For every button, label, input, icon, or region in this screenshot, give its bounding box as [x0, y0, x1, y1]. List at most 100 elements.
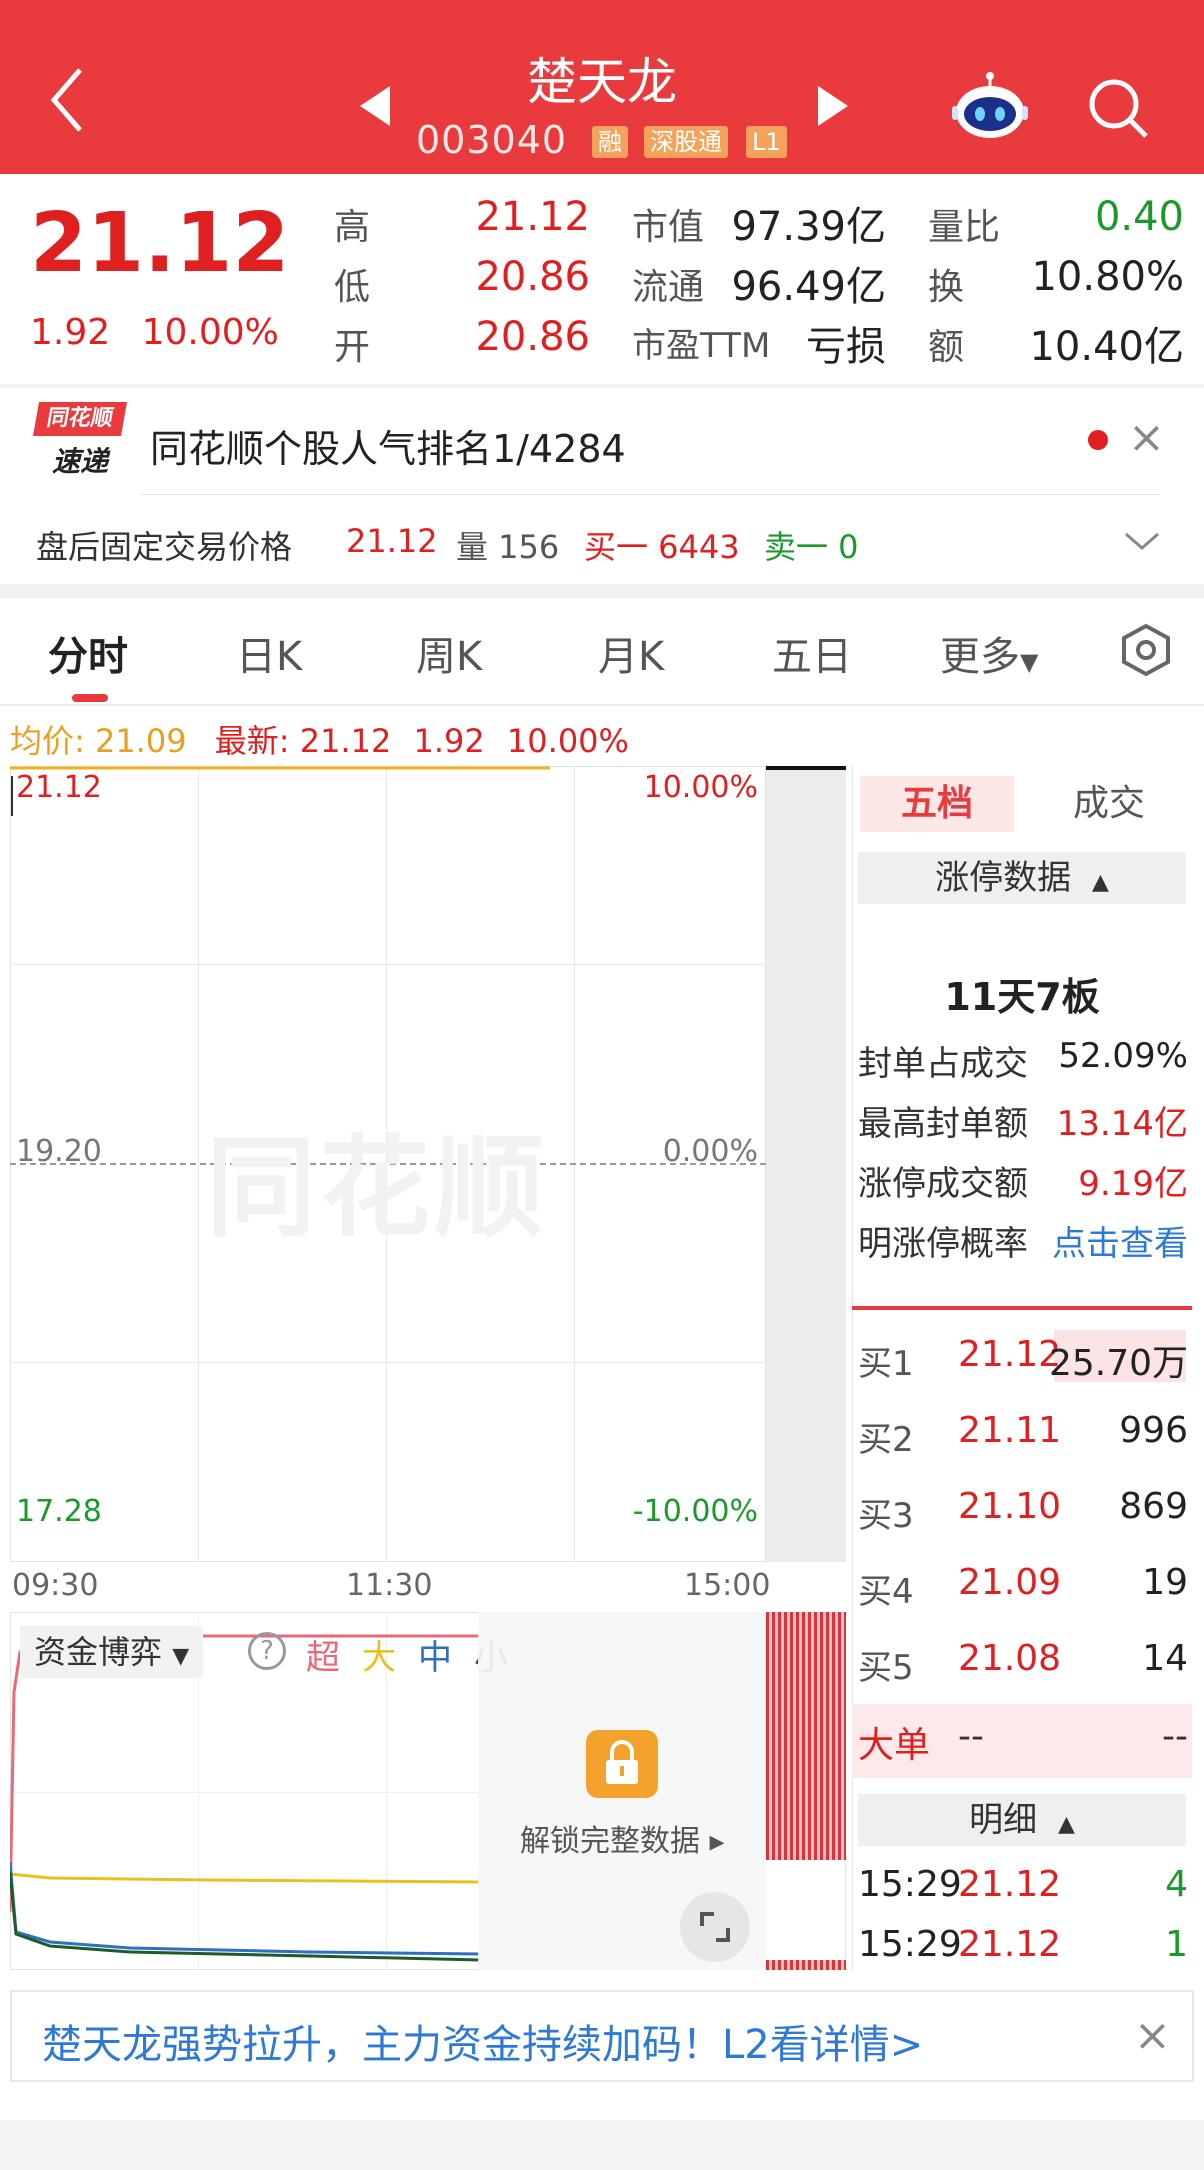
detail-header[interactable]: 明细 ▲	[858, 1794, 1186, 1846]
legend-mid: 中	[418, 1638, 452, 1678]
banner-close-icon[interactable]: ×	[1134, 2010, 1171, 2061]
after-hours-label: 盘后固定交易价格	[36, 528, 293, 566]
chevron-down-icon[interactable]	[1122, 526, 1162, 556]
latest-change: 1.92	[413, 722, 485, 760]
tag-margin: 融	[592, 126, 628, 158]
tab-order-book[interactable]: 五档	[860, 776, 1014, 832]
mktcap-label: 市值	[632, 207, 705, 248]
big-order-b: --	[1162, 1716, 1188, 1757]
high-value: 21.12	[475, 194, 590, 240]
tab-intraday[interactable]: 分时	[48, 624, 128, 682]
logo-top: 同花顺	[33, 402, 127, 436]
bid5-volume: 14	[1142, 1638, 1188, 1679]
bid5-label: 买5	[858, 1648, 914, 1688]
change-percent: 10.00%	[141, 312, 279, 353]
stock-code: 003040	[416, 118, 568, 162]
capital-volume-bars	[766, 1612, 846, 1860]
bid2-label: 买2	[858, 1420, 914, 1460]
legend-big: 大	[362, 1638, 396, 1678]
bid1-label: 买1	[858, 1344, 914, 1384]
promo-banner[interactable]: 楚天龙强势拉升，主力资金持续加码！L2看详情> ×	[10, 1990, 1194, 2082]
unlock-data-link[interactable]: 解锁完整数据 ▸	[520, 1816, 725, 1860]
bid1-volume: 25.70万	[1048, 1343, 1188, 1384]
logo-bottom: 速递	[51, 445, 108, 478]
tab-five-day[interactable]: 五日	[772, 624, 852, 682]
view-probability-link[interactable]: 点击查看	[1052, 1216, 1188, 1265]
x-tick-close: 15:00	[684, 1568, 771, 1603]
amount-value: 10.40亿	[1029, 324, 1184, 370]
bid4-volume: 19	[1142, 1562, 1188, 1603]
detail-label: 明细	[969, 1800, 1038, 1840]
settings-hexagon-icon[interactable]	[1118, 622, 1174, 678]
seal-ratio-value: 52.09%	[1058, 1036, 1188, 1076]
limit-amount-label: 涨停成交额	[858, 1164, 1028, 1204]
big-order-label: 大单	[858, 1725, 931, 1766]
tab-weekly-k[interactable]: 周K	[416, 624, 482, 682]
tag-level: L1	[746, 126, 787, 158]
divider	[852, 1306, 1192, 1310]
avg-price: 均价: 21.09	[10, 722, 187, 760]
fullscreen-button[interactable]	[680, 1892, 750, 1962]
promo-text[interactable]: 楚天龙强势拉升，主力资金持续加码！L2看详情>	[42, 2012, 923, 2070]
latest-pct: 10.00%	[506, 722, 629, 760]
capital-selector-label: 资金博弈	[34, 1633, 163, 1671]
trade2-time: 15:29	[858, 1924, 962, 1965]
limit-data-header[interactable]: 涨停数据 ▲	[858, 852, 1186, 904]
help-icon[interactable]: ?	[248, 1632, 286, 1670]
tab-more[interactable]: 更多▼	[940, 624, 1038, 682]
y-tick-high: 21.12	[16, 770, 102, 805]
express-message[interactable]: 同花顺个股人气排名1/4284	[150, 418, 626, 473]
tab-daily-k[interactable]: 日K	[236, 624, 302, 682]
bid2-volume: 996	[1119, 1410, 1188, 1451]
tab-monthly-k[interactable]: 月K	[598, 624, 664, 682]
y-pct-low: -10.00%	[632, 1494, 758, 1529]
search-icon[interactable]	[1086, 76, 1152, 142]
trade2-price: 21.12	[958, 1924, 1062, 1965]
caret-down-icon: ▼	[172, 1644, 190, 1669]
y-pct-mid: 0.00%	[662, 1134, 758, 1169]
high-label: 高	[334, 207, 371, 248]
limit-streak: 11天7板	[944, 975, 1100, 1019]
turnover-value: 10.80%	[1031, 254, 1184, 300]
express-close-icon[interactable]: ×	[1128, 412, 1165, 463]
tab-trades[interactable]: 成交	[1034, 776, 1184, 832]
after-hours-volume: 量 156	[456, 528, 560, 566]
robot-assistant-icon[interactable]	[950, 72, 1030, 142]
open-label: 开	[334, 327, 371, 368]
lock-icon[interactable]	[586, 1730, 658, 1798]
amount-label: 额	[928, 327, 965, 368]
bid4-label: 买4	[858, 1572, 914, 1612]
pe-label: 市盈TTM	[632, 326, 771, 366]
trade2-volume: 1	[1165, 1924, 1188, 1965]
bottom-area	[0, 2120, 1204, 2170]
divider	[0, 384, 1204, 388]
top-header: 楚天龙 003040 融 深股通 L1	[0, 0, 1204, 174]
capital-selector[interactable]: 资金博弈 ▼	[20, 1626, 204, 1678]
price-line-svg	[10, 766, 550, 816]
float-value: 96.49亿	[731, 264, 886, 310]
trade1-volume: 4	[1165, 1864, 1188, 1905]
tab-more-label: 更多	[940, 634, 1020, 680]
chart-side-bar	[766, 766, 846, 770]
volratio-label: 量比	[928, 207, 1001, 248]
limit-data-label: 涨停数据	[935, 858, 1072, 898]
active-tab-indicator	[72, 694, 108, 702]
caret-down-icon: ▼	[1020, 648, 1039, 676]
after-hours-buy1: 买一 6443	[584, 528, 740, 566]
y-pct-high: 10.00%	[643, 770, 758, 805]
after-hours-price: 21.12	[346, 522, 438, 560]
bid2-price: 21.11	[958, 1410, 1062, 1451]
caret-up-icon: ▲	[1057, 1812, 1075, 1837]
divider	[0, 584, 1204, 598]
bid3-label: 买3	[858, 1496, 914, 1536]
unread-dot	[1088, 430, 1108, 450]
max-seal-label: 最高封单额	[858, 1104, 1028, 1144]
latest-price: 最新: 21.12	[214, 722, 392, 760]
limit-amount-value: 9.19亿	[1078, 1164, 1188, 1204]
trade1-price: 21.12	[958, 1864, 1062, 1905]
y-tick-low: 17.28	[16, 1494, 102, 1529]
current-price: 21.12	[30, 196, 290, 291]
bid4-price: 21.09	[958, 1562, 1062, 1603]
turnover-label: 换	[928, 267, 965, 308]
low-label: 低	[334, 267, 371, 308]
